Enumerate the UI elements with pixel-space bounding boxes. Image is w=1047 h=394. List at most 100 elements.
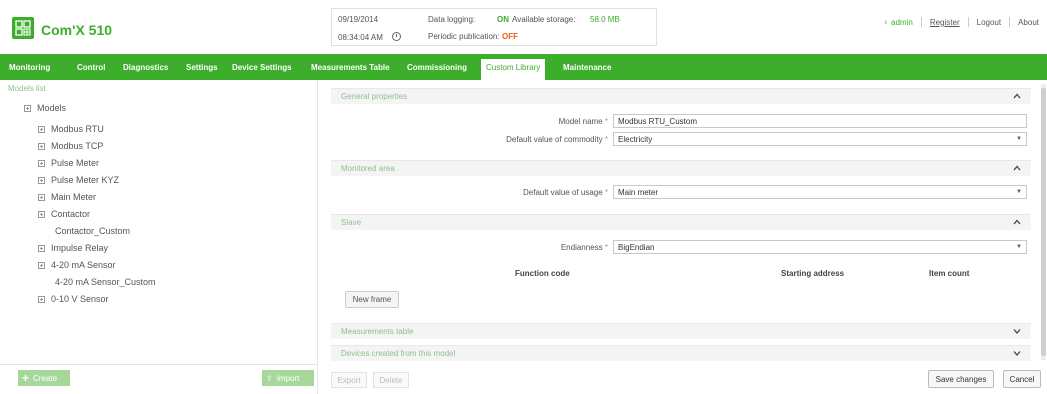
new-frame-button[interactable]: New frame <box>345 291 399 308</box>
section-title: Devices created from this model <box>341 349 456 358</box>
delete-button[interactable]: Delete <box>373 372 409 388</box>
expand-icon[interactable] <box>38 142 45 150</box>
divider <box>920 17 922 27</box>
tree-label: Modbus TCP <box>51 141 104 151</box>
nav-custom-library[interactable]: Custom Library <box>481 59 546 80</box>
model-name-label: Model name * <box>559 117 608 126</box>
section-slave[interactable]: Slave <box>331 214 1031 230</box>
tree-item-modbus-tcp[interactable]: Modbus TCP <box>38 141 103 151</box>
chevron-down-icon[interactable] <box>1013 349 1021 357</box>
main-nav: Monitoring Control Diagnostics Settings … <box>0 54 1047 80</box>
tree-item-4-20-sensor-custom[interactable]: 4-20 mA Sensor_Custom <box>55 277 156 287</box>
tree-label: Impulse Relay <box>51 243 109 253</box>
publication-label: Periodic publication: <box>428 32 500 41</box>
nav-maintenance[interactable]: Maintenance <box>563 63 611 72</box>
tree-item-impulse-relay[interactable]: Impulse Relay <box>38 243 108 253</box>
nav-settings[interactable]: Settings <box>186 63 218 72</box>
main-scrollbar-thumb[interactable] <box>1041 88 1046 356</box>
import-icon: ⇪ <box>266 373 273 383</box>
label-text: Endianness <box>560 243 603 252</box>
expand-icon[interactable] <box>38 295 45 303</box>
tree-item-contactor-custom[interactable]: Contactor_Custom <box>55 226 130 236</box>
collapse-icon[interactable] <box>38 261 45 269</box>
nav-measurements-table[interactable]: Measurements Table <box>311 63 390 72</box>
import-label: Import <box>276 373 300 383</box>
about-link[interactable]: About <box>1018 18 1039 27</box>
tree-item-contactor[interactable]: Contactor <box>38 209 90 219</box>
nav-monitoring[interactable]: Monitoring <box>9 63 50 72</box>
usage-label: Default value of usage * <box>523 188 608 197</box>
section-measurements-table[interactable]: Measurements table <box>331 323 1031 339</box>
nav-control[interactable]: Control <box>77 63 105 72</box>
label-text: Model name <box>558 117 603 126</box>
dropdown-arrow-icon: ▼ <box>1016 244 1022 250</box>
expand-icon[interactable] <box>24 104 31 112</box>
expand-icon[interactable] <box>38 193 45 201</box>
tree-item-pulse-meter[interactable]: Pulse Meter <box>38 158 99 168</box>
divider <box>1009 17 1011 27</box>
product-name: Com'X 510 <box>41 22 113 38</box>
top-links: ♀ admin Register Logout About <box>883 17 1039 27</box>
storage-value: 58.0 MB <box>590 15 620 24</box>
label-text: Default value of usage <box>523 188 603 197</box>
tree-item-models[interactable]: Models <box>24 103 66 113</box>
tree-item-pulse-meter-kyz[interactable]: Pulse Meter KYZ <box>38 175 119 185</box>
section-general-properties[interactable]: General properties <box>331 88 1031 104</box>
import-button[interactable]: ⇪ Import <box>262 370 314 386</box>
required-mark: * <box>604 243 608 252</box>
chevron-down-icon[interactable] <box>1013 327 1021 335</box>
tree-label: 0-10 V Sensor <box>51 294 109 304</box>
tree-item-0-10-sensor[interactable]: 0-10 V Sensor <box>38 294 109 304</box>
data-logging-label: Data logging: <box>428 15 476 24</box>
app-header: Com'X 510 09/19/2014 08:34:04 AM Data lo… <box>0 0 1047 54</box>
cancel-button[interactable]: Cancel <box>1003 370 1041 388</box>
tree-label: Contactor <box>51 209 91 219</box>
tree-label: Contactor_Custom <box>55 226 131 236</box>
user-link[interactable]: ♀ admin <box>883 18 913 27</box>
status-time: 08:34:04 AM <box>338 33 383 42</box>
nav-device-settings[interactable]: Device Settings <box>232 63 292 72</box>
logout-link[interactable]: Logout <box>977 18 1001 27</box>
create-button[interactable]: + Create <box>18 370 70 386</box>
expand-icon[interactable] <box>38 125 45 133</box>
section-title: General properties <box>341 92 408 101</box>
model-name-input[interactable]: Modbus RTU_Custom <box>613 114 1027 128</box>
register-link[interactable]: Register <box>930 18 960 27</box>
section-title: Monitored area <box>341 164 395 173</box>
divider <box>967 17 969 27</box>
nav-commissioning[interactable]: Commissioning <box>407 63 467 72</box>
tree-item-main-meter[interactable]: Main Meter <box>38 192 96 202</box>
data-logging-value: ON <box>497 15 509 24</box>
building-grid-icon <box>12 17 34 39</box>
dropdown-arrow-icon: ▼ <box>1016 189 1022 195</box>
expand-icon[interactable] <box>38 176 45 184</box>
section-title: Slave <box>341 218 362 227</box>
col-starting-address: Starting address <box>781 269 845 278</box>
section-devices-created[interactable]: Devices created from this model <box>331 345 1031 361</box>
user-icon: ♀ <box>882 17 889 27</box>
endianness-select[interactable]: BigEndian ▼ <box>613 240 1027 254</box>
section-monitored-area[interactable]: Monitored area <box>331 160 1031 176</box>
collapse-icon[interactable] <box>38 210 45 218</box>
required-mark: * <box>604 117 608 126</box>
chevron-up-icon[interactable] <box>1013 164 1021 172</box>
dropdown-arrow-icon: ▼ <box>1016 136 1022 142</box>
chevron-up-icon[interactable] <box>1013 218 1021 226</box>
clock-icon <box>392 32 401 41</box>
tree-label: Modbus RTU <box>51 124 104 134</box>
tree-label: Pulse Meter <box>51 158 100 168</box>
tree-item-modbus-rtu[interactable]: Modbus RTU <box>38 124 104 134</box>
expand-icon[interactable] <box>38 244 45 252</box>
nav-diagnostics[interactable]: Diagnostics <box>123 63 168 72</box>
save-changes-button[interactable]: Save changes <box>928 370 994 388</box>
status-panel: 09/19/2014 08:34:04 AM Data logging: ON … <box>331 8 657 46</box>
expand-icon[interactable] <box>38 159 45 167</box>
tree-item-4-20-sensor[interactable]: 4-20 mA Sensor <box>38 260 116 270</box>
usage-select[interactable]: Main meter ▼ <box>613 185 1027 199</box>
chevron-up-icon[interactable] <box>1013 92 1021 100</box>
commodity-label: Default value of commodity * <box>506 135 608 144</box>
export-button[interactable]: Export <box>331 372 367 388</box>
tree-label: Main Meter <box>51 192 97 202</box>
commodity-select[interactable]: Electricity ▼ <box>613 132 1027 146</box>
tree-label: 4-20 mA Sensor <box>51 260 116 270</box>
